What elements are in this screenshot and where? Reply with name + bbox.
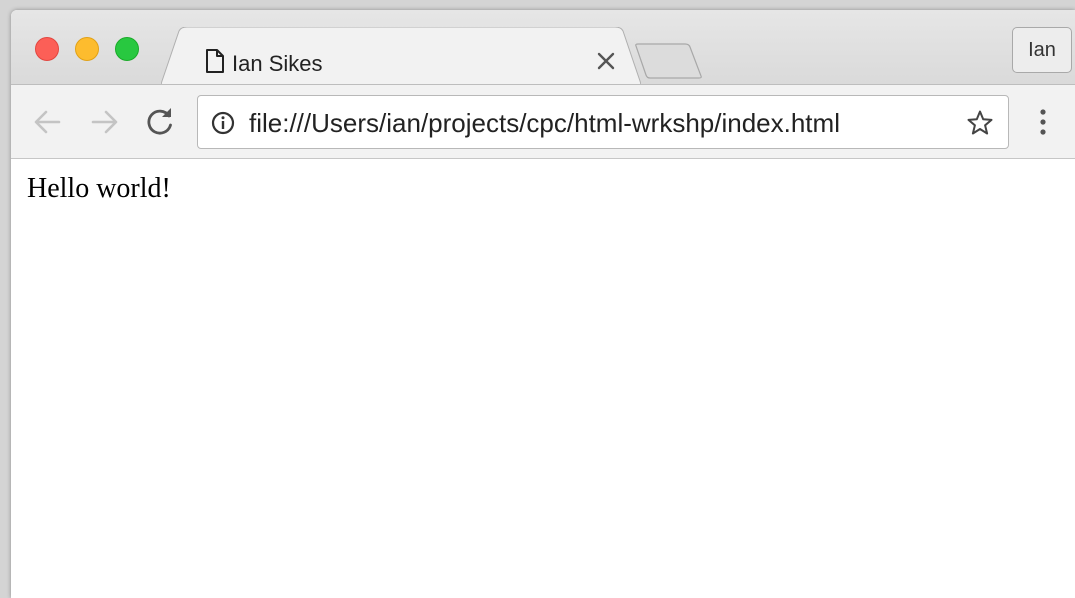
page-content: Hello world! [11, 159, 1075, 598]
arrow-left-icon[interactable] [31, 105, 65, 139]
kebab-menu-icon[interactable] [1033, 107, 1053, 137]
tab-active[interactable]: Ian Sikes [161, 27, 641, 85]
close-window-button[interactable] [35, 37, 59, 61]
profile-button[interactable]: Ian [1012, 27, 1072, 73]
page-body-text: Hello world! [27, 173, 171, 204]
address-bar[interactable]: file:///Users/ian/projects/cpc/html-wrks… [197, 95, 1009, 149]
star-icon[interactable] [966, 109, 994, 137]
info-icon[interactable] [211, 111, 235, 135]
tab-strip: Ian Sikes Ian [11, 10, 1075, 85]
close-icon[interactable] [595, 50, 617, 72]
arrow-right-icon[interactable] [87, 105, 121, 139]
new-tab-button[interactable] [633, 43, 705, 79]
zoom-window-button[interactable] [115, 37, 139, 61]
page-icon [206, 49, 224, 73]
url-text[interactable]: file:///Users/ian/projects/cpc/html-wrks… [249, 108, 840, 139]
reload-icon[interactable] [143, 105, 177, 139]
minimize-window-button[interactable] [75, 37, 99, 61]
tab-title: Ian Sikes [232, 51, 323, 76]
browser-window: Ian Sikes Ian file:///Users/ian/projects… [11, 10, 1075, 598]
toolbar: file:///Users/ian/projects/cpc/html-wrks… [11, 84, 1075, 159]
